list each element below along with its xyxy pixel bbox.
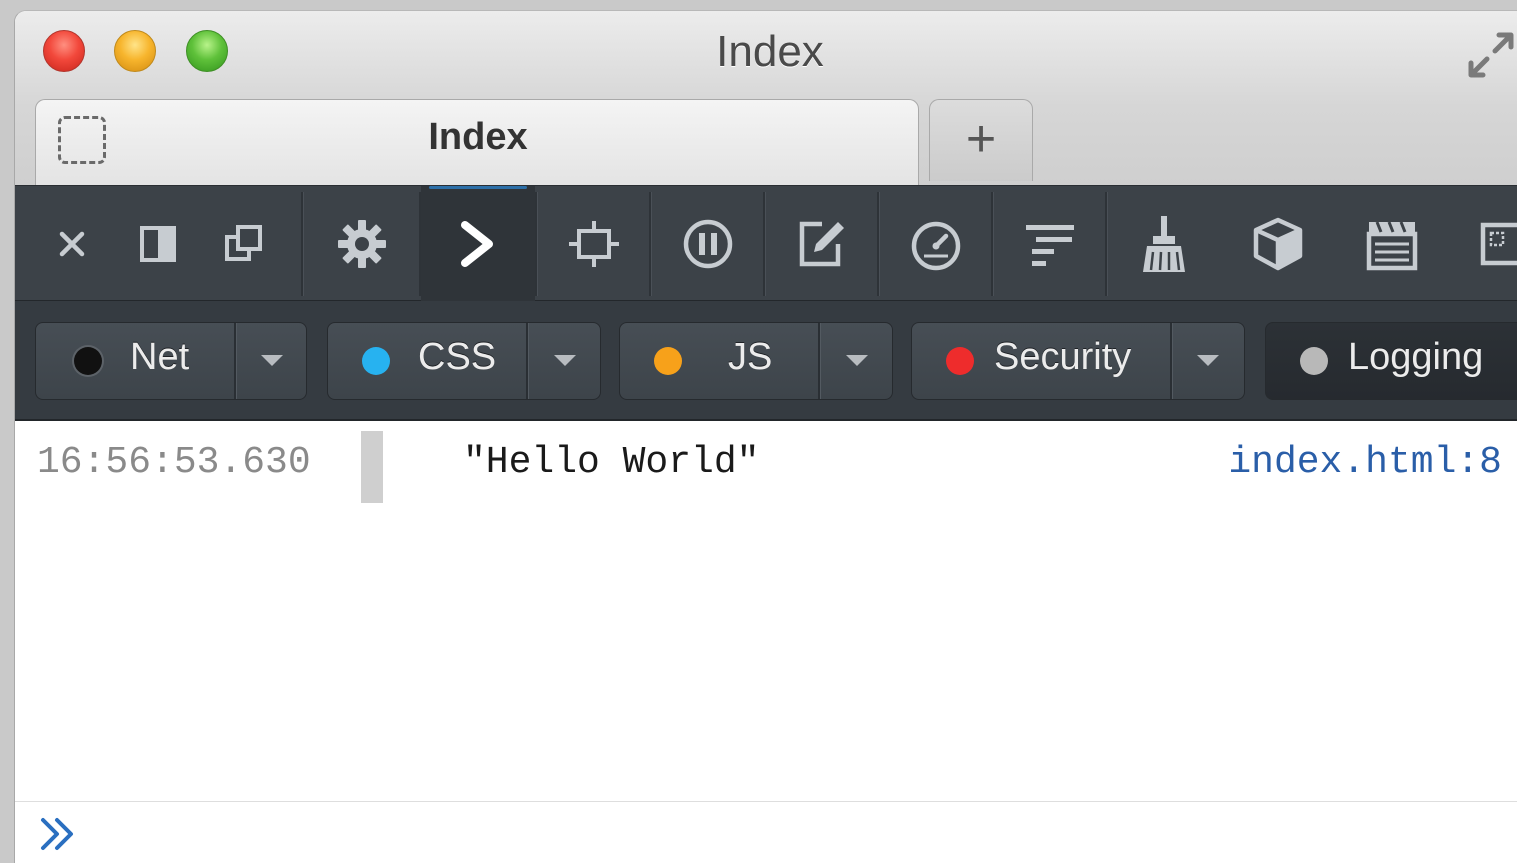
log-timestamp: 16:56:53.630 — [37, 441, 311, 484]
chevron-down-icon[interactable] — [1197, 355, 1219, 366]
gear-icon[interactable] — [305, 186, 419, 301]
dock-side-icon[interactable] — [129, 186, 187, 301]
filter-net-label: Net — [130, 336, 190, 378]
double-chevron-icon — [39, 816, 79, 857]
new-tab-button[interactable]: + — [929, 99, 1033, 181]
filter-css[interactable]: CSS — [327, 322, 601, 400]
pause-icon[interactable] — [651, 186, 765, 301]
log-source-link[interactable]: index.html:8 — [1228, 441, 1502, 484]
filter-logging-label: Logging — [1348, 336, 1484, 378]
chevron-down-icon[interactable] — [846, 355, 868, 366]
filter-net[interactable]: Net — [35, 322, 307, 400]
log-message: "Hello World" — [463, 441, 760, 484]
fullscreen-icon[interactable] — [1465, 29, 1517, 81]
console-output: 16:56:53.630 "Hello World" index.html:8 — [15, 421, 1517, 863]
close-window-button[interactable] — [43, 30, 85, 72]
undock-icon[interactable] — [215, 186, 273, 301]
browser-window: Index Index + Net CSS JS Security Loggin… — [14, 10, 1517, 863]
css-status-dot — [362, 347, 390, 375]
filter-css-label: CSS — [418, 336, 497, 378]
security-status-dot — [946, 347, 974, 375]
tab-label: Index — [428, 116, 528, 158]
window-title: Index — [716, 27, 824, 76]
title-bar: Index Index + — [15, 11, 1517, 189]
console-chevron-icon[interactable] — [421, 186, 535, 301]
minimize-window-button[interactable] — [114, 30, 156, 72]
log-gutter — [361, 431, 383, 503]
tab-index[interactable]: Index — [35, 99, 919, 189]
logging-status-dot — [1300, 347, 1328, 375]
filter-js-label: JS — [728, 336, 773, 378]
filter-logging[interactable]: Logging — [1265, 322, 1517, 400]
chevron-down-icon[interactable] — [261, 355, 283, 366]
cube-icon[interactable] — [1221, 186, 1335, 301]
broom-icon[interactable] — [1107, 186, 1221, 301]
responsive-icon[interactable] — [1449, 186, 1517, 301]
clapperboard-icon[interactable] — [1335, 186, 1449, 301]
zoom-window-button[interactable] — [186, 30, 228, 72]
filter-security[interactable]: Security — [911, 322, 1245, 400]
chevron-down-icon[interactable] — [554, 355, 576, 366]
style-editor-icon[interactable] — [765, 186, 879, 301]
stopwatch-icon[interactable] — [879, 186, 993, 301]
js-status-dot — [654, 347, 682, 375]
filter-js[interactable]: JS — [619, 322, 893, 400]
console-log-row: 16:56:53.630 "Hello World" index.html:8 — [15, 431, 1517, 503]
filter-security-label: Security — [994, 336, 1132, 378]
devtools-toolbar — [15, 185, 1517, 301]
net-status-dot — [74, 347, 102, 375]
network-waterfall-icon[interactable] — [993, 186, 1107, 301]
close-icon[interactable] — [43, 186, 101, 301]
console-input-line[interactable] — [15, 801, 1517, 863]
inspect-element-icon[interactable] — [537, 186, 651, 301]
console-filter-bar: Net CSS JS Security Logging — [15, 301, 1517, 421]
